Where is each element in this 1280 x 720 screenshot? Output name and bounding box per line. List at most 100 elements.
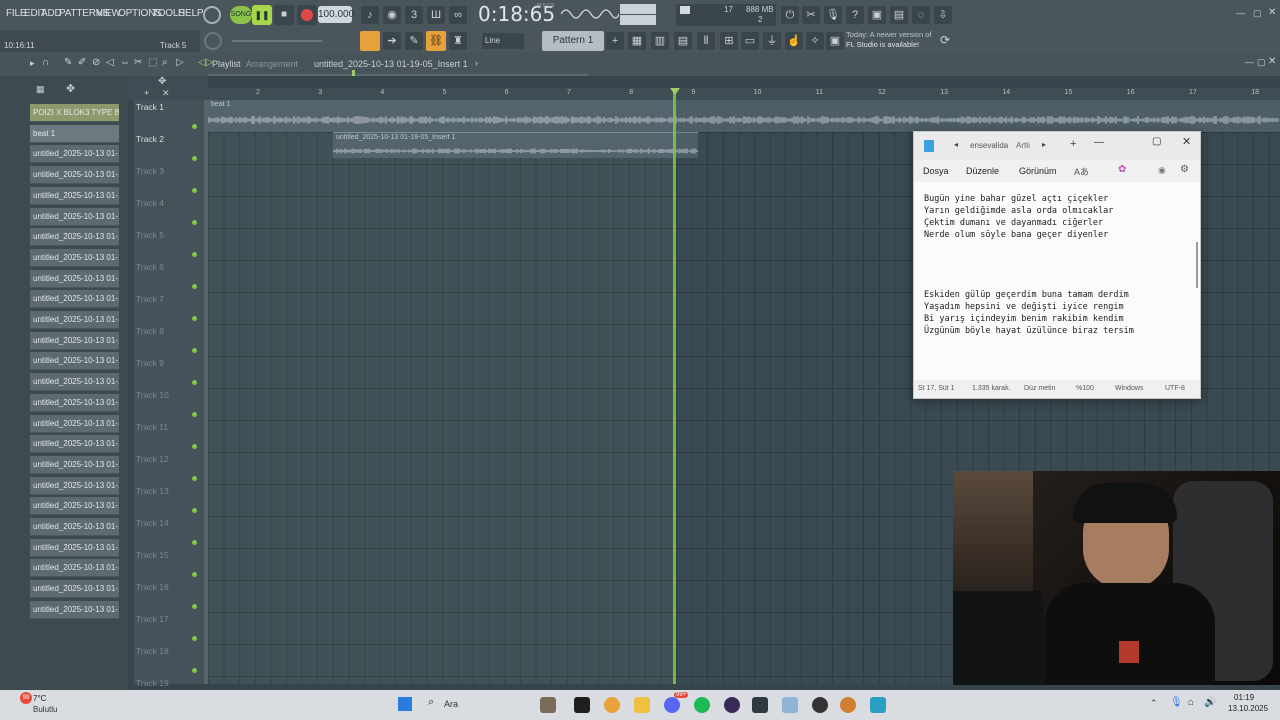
playhead[interactable] bbox=[673, 88, 676, 684]
taskbar-app-terminal-icon[interactable] bbox=[574, 697, 590, 713]
firefox-icon[interactable] bbox=[840, 697, 856, 713]
track-mute-toggle[interactable] bbox=[192, 316, 197, 321]
track-mute-toggle[interactable] bbox=[192, 188, 197, 193]
browser-item[interactable]: POIZI X BLOK3 TYPE B... bbox=[30, 104, 119, 122]
song-mode-toggle[interactable]: SONG bbox=[230, 6, 252, 24]
browser-item[interactable]: untitled_2025-10-13 01-... bbox=[30, 373, 119, 392]
notepad-minimize-icon[interactable]: — bbox=[1094, 137, 1104, 148]
horizontal-scrollbar[interactable] bbox=[208, 74, 588, 76]
track-label[interactable]: Track 16 bbox=[136, 582, 169, 592]
new-tab-icon[interactable]: + bbox=[1070, 138, 1076, 150]
play-pause-button[interactable]: ❚❚ bbox=[252, 5, 272, 25]
zoom-tool-icon[interactable]: ⌕ bbox=[162, 57, 168, 68]
playlist-subtitle[interactable]: Arrangement bbox=[246, 59, 298, 69]
browser-item[interactable]: untitled_2025-10-13 01-... bbox=[30, 518, 119, 536]
add-track-icon[interactable]: + bbox=[144, 88, 149, 98]
plug-icon[interactable]: ⏚ bbox=[763, 32, 781, 50]
track-label[interactable]: Track 17 bbox=[136, 614, 169, 624]
track-mute-toggle[interactable] bbox=[192, 124, 197, 129]
browser-item[interactable]: beat 1 bbox=[30, 124, 119, 143]
step-edit-icon[interactable]: Ш bbox=[427, 6, 445, 24]
file-explorer-icon[interactable] bbox=[634, 697, 650, 713]
notepad-scrollbar[interactable] bbox=[1196, 242, 1198, 288]
news-icon[interactable]: ▣ bbox=[826, 32, 844, 50]
browser-item[interactable]: untitled_2025-10-13 01-... bbox=[30, 145, 119, 164]
countdown-icon[interactable]: 3 bbox=[405, 6, 423, 24]
track-mute-toggle[interactable] bbox=[192, 156, 197, 161]
pattern-selector[interactable]: Pattern 1 bbox=[542, 31, 604, 51]
browser-item[interactable]: untitled_2025-10-13 01-... bbox=[30, 393, 119, 412]
save-icon[interactable]: ▣ bbox=[868, 6, 886, 24]
track-label[interactable]: Track 8 bbox=[136, 326, 164, 336]
select-tool-icon[interactable]: ⬚ bbox=[148, 57, 157, 68]
track-mute-toggle[interactable] bbox=[192, 252, 197, 257]
copilot-icon[interactable]: ✿ bbox=[1118, 164, 1126, 175]
track-label[interactable]: Track 9 bbox=[136, 358, 164, 368]
playlist-maximize-icon[interactable]: ▢ bbox=[1257, 57, 1266, 68]
delete-tool-icon[interactable]: ⊘ bbox=[92, 57, 100, 68]
slip-tool-icon[interactable]: ⇔ bbox=[120, 57, 130, 68]
text-format-icon[interactable]: Aあ bbox=[1074, 165, 1089, 178]
browser-item[interactable]: untitled_2025-10-13 01-... bbox=[30, 269, 119, 288]
tray-mic-icon[interactable]: 🎙 bbox=[1170, 697, 1183, 708]
arrow-right-icon[interactable]: ➔ bbox=[383, 32, 401, 50]
search-icon[interactable]: ⌕ bbox=[428, 696, 434, 709]
update-icon[interactable]: ⟳ bbox=[940, 33, 950, 47]
browser-item[interactable]: untitled_2025-10-13 01-... bbox=[30, 559, 119, 578]
snap-selector[interactable]: Line bbox=[482, 33, 524, 49]
track-label[interactable]: Track 4 bbox=[136, 198, 164, 208]
track-label[interactable]: Track 12 bbox=[136, 454, 169, 464]
settings-icon[interactable] bbox=[782, 697, 798, 713]
notepad-tab-extra[interactable]: Artlı bbox=[1016, 141, 1030, 150]
track-mute-toggle[interactable] bbox=[192, 604, 197, 609]
taskbar-search[interactable]: Ara bbox=[444, 699, 458, 709]
track-mute-toggle[interactable] bbox=[192, 668, 197, 673]
track-label[interactable]: Track 2 bbox=[136, 134, 164, 144]
notepad-menu-edit[interactable]: Düzenle bbox=[966, 166, 999, 176]
tools-icon[interactable]: ✂ bbox=[802, 6, 820, 24]
paint-tool-icon[interactable]: ✐ bbox=[78, 57, 86, 68]
tray-volume-icon[interactable]: 🔊 bbox=[1204, 697, 1216, 708]
notepad-menu-view[interactable]: Görünüm bbox=[1019, 166, 1057, 176]
track-label[interactable]: Track 3 bbox=[136, 166, 164, 176]
tray-network-icon[interactable]: ⌂ bbox=[1188, 697, 1194, 708]
browser-item[interactable]: untitled_2025-10-13 01-... bbox=[30, 580, 119, 599]
timeline-ruler[interactable]: 2 3 4 5 6 7 8 9 10 11 12 13 14 15 16 17 18 bbox=[208, 88, 1280, 100]
help-icon[interactable]: ? bbox=[846, 6, 864, 24]
maximize-icon[interactable]: ▢ bbox=[1253, 8, 1262, 19]
remove-track-icon[interactable]: ✕ bbox=[162, 88, 170, 99]
browser-item[interactable]: untitled_2025-10-13 01-... bbox=[30, 207, 119, 226]
obs-icon[interactable] bbox=[724, 697, 740, 713]
plugin-icon[interactable]: ▭ bbox=[741, 32, 759, 50]
browser-item[interactable]: untitled_2025-10-13 01-... bbox=[30, 248, 119, 267]
update-notice-line2[interactable]: FL Studio is available! bbox=[846, 40, 919, 49]
playlist-icon[interactable]: ▦ bbox=[628, 32, 646, 50]
account-icon[interactable]: ◉ bbox=[1158, 165, 1166, 176]
taskbar-app-photos-icon[interactable] bbox=[540, 697, 556, 713]
browser-item[interactable]: untitled_2025-10-13 01-... bbox=[30, 352, 119, 371]
browser-item[interactable]: untitled_2025-10-13 01-... bbox=[30, 331, 119, 350]
slice-tool-icon[interactable]: ✂ bbox=[134, 57, 142, 68]
mute-tool-icon[interactable]: ◁ bbox=[106, 57, 114, 68]
discord-icon[interactable] bbox=[664, 697, 680, 713]
clock-date[interactable]: 13.10.2025 bbox=[1228, 704, 1268, 713]
windows-start-icon[interactable] bbox=[398, 697, 412, 711]
mixer-icon[interactable]: ⫴ bbox=[697, 32, 715, 50]
browser-item[interactable]: untitled_2025-10-13 01-... bbox=[30, 497, 119, 516]
tab-right-arrow-icon[interactable]: ▸ bbox=[1042, 140, 1046, 149]
track-label[interactable]: Track 18 bbox=[136, 646, 169, 656]
stamp-icon[interactable]: ♜ bbox=[449, 32, 467, 50]
track-label[interactable]: Track 7 bbox=[136, 294, 164, 304]
chrome-icon[interactable] bbox=[604, 697, 620, 713]
track-mute-toggle[interactable] bbox=[192, 476, 197, 481]
track-label[interactable]: Track 6 bbox=[136, 262, 164, 272]
track-mute-toggle[interactable] bbox=[192, 508, 197, 513]
browser-item[interactable]: untitled_2025-10-13 01-... bbox=[30, 476, 119, 495]
browser-item[interactable]: untitled_2025-10-13 01-... bbox=[30, 455, 119, 474]
download-icon[interactable]: ⇩ bbox=[934, 6, 952, 24]
tray-chevron-icon[interactable]: ⌃ bbox=[1150, 698, 1158, 709]
settings-gear-icon[interactable]: ⚙ bbox=[1180, 164, 1189, 175]
track-label[interactable]: Track 14 bbox=[136, 518, 169, 528]
notepad-taskbar-icon[interactable] bbox=[870, 697, 886, 713]
track-mute-toggle[interactable] bbox=[192, 444, 197, 449]
